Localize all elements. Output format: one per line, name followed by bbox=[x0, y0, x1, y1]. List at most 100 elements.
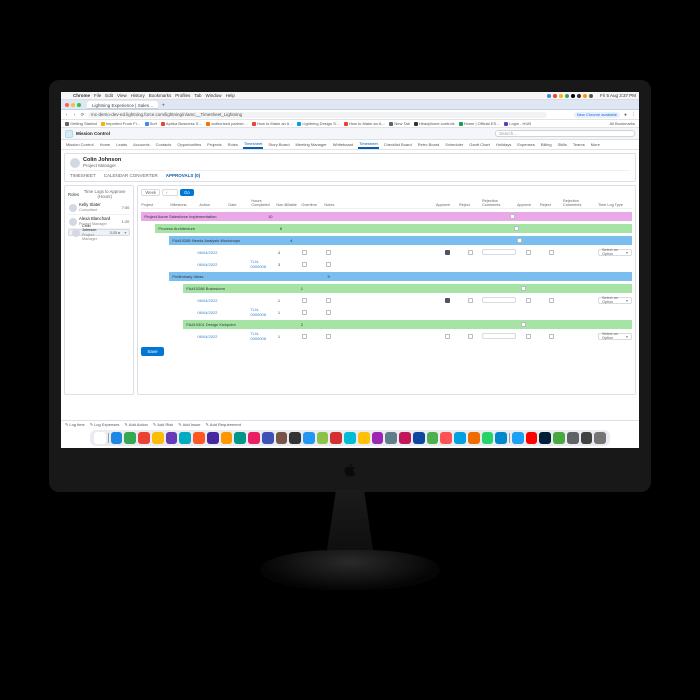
nav-item[interactable]: Accounts bbox=[132, 142, 150, 147]
pm-approve-checkbox[interactable] bbox=[514, 226, 519, 231]
dock-app-icon[interactable] bbox=[440, 432, 452, 444]
go-button[interactable]: Go bbox=[180, 189, 194, 196]
status-icon[interactable] bbox=[547, 94, 551, 98]
status-icon[interactable] bbox=[577, 94, 581, 98]
timelog-type-select[interactable]: Select an Option bbox=[598, 333, 632, 340]
status-icon[interactable] bbox=[571, 94, 575, 98]
app-launcher-icon[interactable] bbox=[65, 130, 73, 138]
dock-app-icon[interactable] bbox=[495, 432, 507, 444]
dock-app-icon[interactable] bbox=[385, 432, 397, 444]
project-bar[interactable]: Project Acme Salesforce Implementation 1… bbox=[141, 212, 632, 221]
window-controls[interactable] bbox=[63, 101, 83, 109]
dock-app-icon[interactable] bbox=[138, 432, 150, 444]
menubar-app[interactable]: Chrome bbox=[73, 93, 90, 98]
action-bar[interactable]: FA#10301 Design Kickpoint 2 bbox=[183, 320, 632, 329]
dock-app-icon[interactable] bbox=[427, 432, 439, 444]
bookmark-item[interactable]: Login - HUB bbox=[504, 121, 531, 126]
bookmark-item[interactable]: Getting Started bbox=[65, 121, 97, 126]
dock-app-icon[interactable] bbox=[248, 432, 260, 444]
utility-item[interactable]: ✎Add Action bbox=[124, 422, 147, 427]
bookmark-item[interactable]: How to Make an A… bbox=[344, 121, 385, 126]
timelog-type-select[interactable]: Select an Option bbox=[598, 249, 632, 256]
new-tab-button[interactable]: + bbox=[161, 103, 165, 109]
menu-help[interactable]: Help bbox=[226, 93, 235, 98]
dock-app-icon[interactable] bbox=[413, 432, 425, 444]
utility-item[interactable]: ✎Log Expenses bbox=[90, 422, 120, 427]
dock-app-icon[interactable] bbox=[166, 432, 178, 444]
nav-item[interactable]: Projects bbox=[206, 142, 222, 147]
forward-icon[interactable]: › bbox=[72, 112, 77, 117]
status-icon[interactable] bbox=[583, 94, 587, 98]
pm-approve-checkbox[interactable] bbox=[445, 250, 450, 255]
extension-icon[interactable] bbox=[550, 112, 555, 117]
nav-item[interactable]: Skills bbox=[557, 142, 568, 147]
bookmark-item[interactable]: Home | Official ES… bbox=[459, 121, 501, 126]
dock-app-icon[interactable] bbox=[221, 432, 233, 444]
user-row[interactable]: Kelly SlaterConsultant7:00 bbox=[68, 201, 130, 215]
dock-app-icon[interactable] bbox=[94, 432, 106, 444]
all-bookmarks[interactable]: All Bookmarks bbox=[609, 121, 635, 126]
utility-item[interactable]: ✎Add Requirement bbox=[205, 422, 241, 427]
dock-app-icon[interactable] bbox=[344, 432, 356, 444]
dock-app-icon[interactable] bbox=[303, 432, 315, 444]
date-link[interactable]: 06/04/2022 bbox=[197, 250, 249, 255]
nav-item[interactable]: Story Board bbox=[267, 142, 290, 147]
global-search-input[interactable]: Search… bbox=[495, 130, 635, 137]
nav-item[interactable]: Roles bbox=[227, 142, 239, 147]
dock-app-icon[interactable] bbox=[468, 432, 480, 444]
pm-approve-checkbox[interactable] bbox=[517, 238, 522, 243]
nav-item[interactable]: Mission Control bbox=[65, 142, 95, 147]
bookmark-item[interactable]: Aprika Business S… bbox=[161, 121, 202, 126]
nav-item[interactable]: Opportunities bbox=[176, 142, 202, 147]
dock-app-icon[interactable] bbox=[358, 432, 370, 444]
prev-week-button[interactable]: ‹ bbox=[162, 189, 178, 196]
pm-approve-checkbox[interactable] bbox=[510, 214, 515, 219]
user-row[interactable]: Colin JohnsonProject Manager3:20 ▸ bbox=[68, 229, 130, 236]
nav-item[interactable]: Home bbox=[99, 142, 112, 147]
dock-app-icon[interactable] bbox=[262, 432, 274, 444]
profile-icon[interactable]: ● bbox=[623, 112, 628, 117]
bookmark-item[interactable]: Lightning Design S… bbox=[297, 121, 340, 126]
utility-item[interactable]: ✎Add Risk bbox=[153, 422, 173, 427]
pm-approve-checkbox[interactable] bbox=[445, 298, 450, 303]
tab-timesheet[interactable]: TIMESHEET bbox=[70, 173, 96, 178]
nav-item[interactable]: Contacts bbox=[155, 142, 173, 147]
nav-item[interactable]: Timesheet bbox=[243, 140, 264, 149]
nav-item[interactable]: Gantt Chart bbox=[468, 142, 491, 147]
dock-app-icon[interactable] bbox=[234, 432, 246, 444]
menu-profiles[interactable]: Profiles bbox=[175, 93, 190, 98]
nav-item[interactable]: Scheduler bbox=[444, 142, 464, 147]
date-link[interactable]: 06/04/2022 bbox=[197, 298, 249, 303]
nav-item[interactable]: Whiteboard bbox=[332, 142, 354, 147]
dock-app-icon[interactable] bbox=[454, 432, 466, 444]
menu-tab[interactable]: Tab bbox=[194, 93, 201, 98]
nav-item[interactable]: Timesheet bbox=[358, 140, 379, 149]
rm-approve-checkbox[interactable] bbox=[526, 250, 531, 255]
nav-item[interactable]: Holidays bbox=[495, 142, 512, 147]
dock-app-icon[interactable] bbox=[553, 432, 565, 444]
menu-history[interactable]: History bbox=[131, 93, 145, 98]
bookmark-item[interactable]: Headphone controls bbox=[414, 121, 455, 126]
save-button[interactable]: Save bbox=[141, 347, 163, 356]
status-icon[interactable] bbox=[565, 94, 569, 98]
new-chrome-pill[interactable]: New Chrome available bbox=[574, 112, 620, 118]
utility-item[interactable]: ✎Log time bbox=[65, 422, 85, 427]
dock-app-icon[interactable] bbox=[276, 432, 288, 444]
menu-icon[interactable]: ⋮ bbox=[631, 112, 636, 117]
dock-app-icon[interactable] bbox=[526, 432, 538, 444]
bookmark-item[interactable]: New Tab bbox=[389, 121, 410, 126]
nav-item[interactable]: Checklist Board bbox=[383, 142, 413, 147]
menu-bookmarks[interactable]: Bookmarks bbox=[149, 93, 172, 98]
overtime-checkbox[interactable] bbox=[326, 250, 331, 255]
rm-reject-checkbox[interactable] bbox=[549, 250, 554, 255]
status-icon[interactable] bbox=[553, 94, 557, 98]
nav-item[interactable]: Retro Board bbox=[417, 142, 441, 147]
dock-app-icon[interactable] bbox=[317, 432, 329, 444]
nav-item[interactable]: Expenses bbox=[516, 142, 536, 147]
menu-edit[interactable]: Edit bbox=[105, 93, 113, 98]
date-link[interactable]: 06/04/2022 bbox=[197, 262, 249, 267]
tab-approvals[interactable]: APPROVALS (0) bbox=[166, 173, 200, 178]
week-select[interactable]: Week bbox=[141, 189, 160, 196]
nav-item[interactable]: Leads bbox=[115, 142, 128, 147]
extension-icon[interactable] bbox=[558, 112, 563, 117]
